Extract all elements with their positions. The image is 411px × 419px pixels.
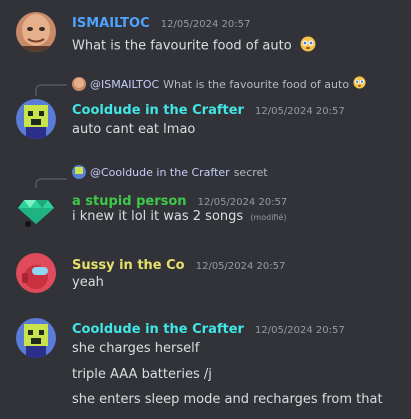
avatar-cooldude[interactable]: [16, 99, 56, 139]
author-name[interactable]: ISMAILTOC: [72, 16, 150, 31]
reply-avatar: [72, 77, 86, 91]
message-line: triple AAA batteries /j: [72, 367, 212, 382]
message-text: i knew it lol it was 2 songs (modifié): [72, 209, 287, 224]
reply-preview[interactable]: @Cooldude in the Crafter secret: [72, 165, 268, 179]
reply-mention[interactable]: @Cooldude in the Crafter: [90, 166, 230, 179]
reply-text: secret: [233, 165, 268, 179]
author-name[interactable]: Cooldude in the Crafter: [72, 322, 244, 337]
timestamp: 12/05/2024 20:57: [160, 19, 251, 30]
message-line: she charges herself: [72, 341, 200, 356]
flushed-face-emoji-icon: [353, 76, 366, 92]
reply-mention[interactable]: @ISMAILTOC: [90, 78, 159, 91]
timestamp: 12/05/2024 20:57: [197, 197, 288, 208]
reply-spine: [35, 84, 67, 96]
timestamp: 12/05/2024 20:57: [255, 325, 345, 336]
reply-avatar: [72, 165, 86, 179]
reply-preview[interactable]: @ISMAILTOC What is the favourite food of…: [72, 76, 366, 92]
message-line: What is the favourite food of auto: [72, 38, 292, 54]
avatar-ismailtoc[interactable]: [16, 12, 56, 52]
edited-label: (modifié): [250, 213, 287, 222]
message-text: auto cant eat lmao: [72, 122, 196, 137]
avatar-cooldude[interactable]: [16, 318, 56, 358]
flushed-face-emoji-icon: [300, 36, 316, 56]
message-text: yeah: [72, 275, 104, 290]
timestamp: 12/05/2024 20:57: [255, 106, 345, 117]
avatar-sussy[interactable]: [16, 253, 56, 293]
reply-text: What is the favourite food of auto: [163, 77, 350, 91]
author-name[interactable]: a stupid person: [72, 194, 187, 209]
chat-messages: ISMAILTOC 12/05/2024 20:57 What is the f…: [0, 0, 411, 419]
message-text: What is the favourite food of auto: [72, 36, 316, 56]
message-line: she enters sleep mode and recharges from…: [72, 392, 383, 407]
message-line: i knew it lol it was 2 songs: [72, 209, 244, 224]
author-name[interactable]: Sussy in the Co: [72, 258, 185, 273]
timestamp: 12/05/2024 20:57: [195, 261, 286, 272]
author-name[interactable]: Cooldude in the Crafter: [72, 103, 244, 118]
avatar-stupid-person[interactable]: [16, 188, 56, 228]
